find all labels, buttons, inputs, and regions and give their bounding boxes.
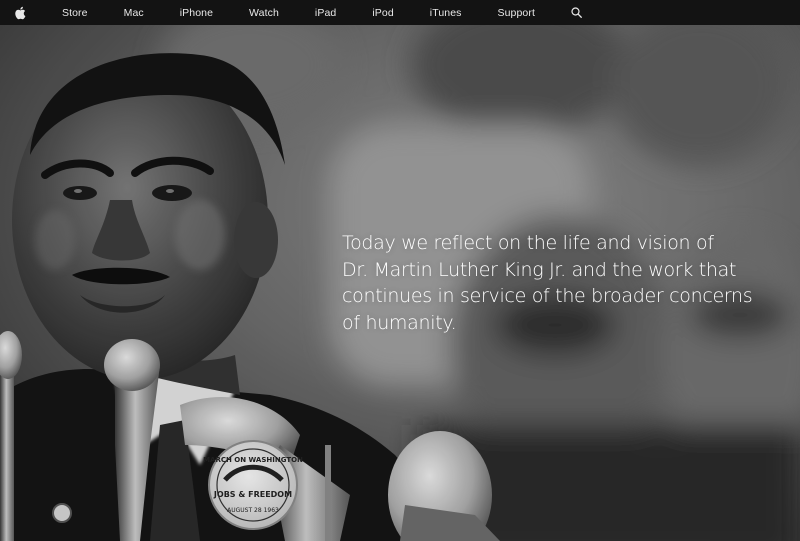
global-nav: Store Mac iPhone Watch iPad iPod iTunes …: [0, 0, 800, 25]
hero-line-2: Dr. Martin Luther King Jr. and the work …: [342, 258, 737, 281]
nav-item-search[interactable]: [571, 0, 582, 25]
search-icon[interactable]: [571, 7, 582, 18]
hero-headline: Today we reflect on the life and vision …: [342, 230, 762, 336]
apple-homepage: Store Mac iPhone Watch iPad iPod iTunes …: [0, 0, 800, 541]
nav-item-ipad[interactable]: iPad: [315, 7, 336, 19]
apple-logo-icon[interactable]: [14, 6, 26, 20]
nav-item-watch[interactable]: Watch: [249, 7, 279, 19]
hero-line-1: Today we reflect on the life and vision …: [342, 232, 714, 254]
nav-item-mac[interactable]: Mac: [124, 7, 144, 19]
nav-item-support[interactable]: Support: [498, 7, 535, 19]
nav-item-iphone[interactable]: iPhone: [180, 7, 213, 19]
global-nav-list: Store Mac iPhone Watch iPad iPod iTunes …: [0, 0, 800, 25]
nav-item-ipod[interactable]: iPod: [372, 7, 393, 19]
hero-line-3: continues in service of the broader conc…: [342, 285, 753, 307]
hero-line-4: of humanity.: [342, 311, 457, 334]
nav-item-apple[interactable]: [14, 0, 26, 25]
nav-item-itunes[interactable]: iTunes: [430, 7, 462, 19]
nav-item-store[interactable]: Store: [62, 7, 88, 19]
hero-banner: MARCH ON WASHINGTON JOBS & FREEDOM AUGUS…: [0, 25, 800, 541]
